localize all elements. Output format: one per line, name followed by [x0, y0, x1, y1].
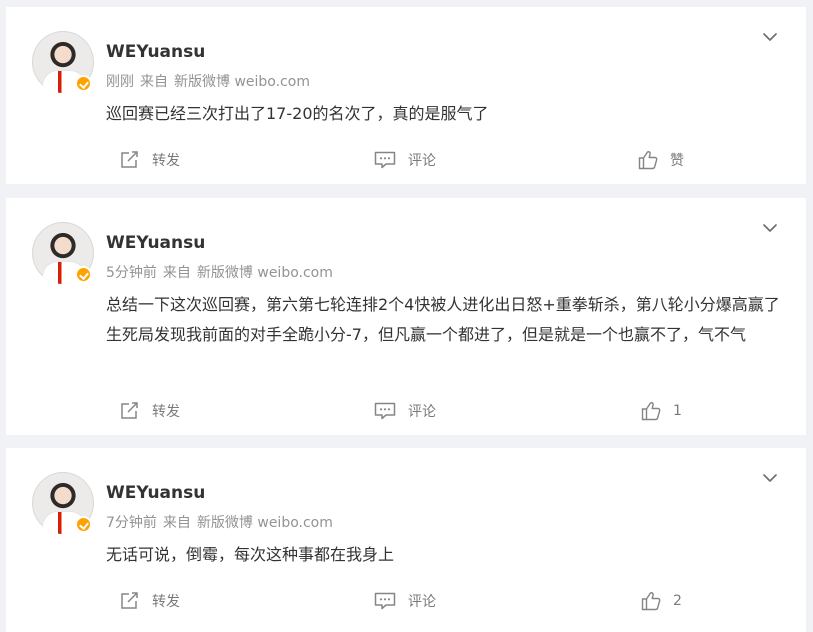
comment-icon: [374, 151, 396, 169]
post-time[interactable]: 5分钟前: [106, 265, 157, 281]
like-button[interactable]: 2: [641, 591, 682, 611]
author-name[interactable]: WEYuansu: [106, 41, 205, 63]
verified-badge-icon: [75, 516, 92, 533]
chevron-down-icon[interactable]: [762, 220, 778, 236]
repost-label: 转发: [152, 153, 180, 169]
verified-badge-icon: [75, 75, 92, 92]
author-name[interactable]: WEYuansu: [106, 232, 205, 254]
like-label: 2: [673, 593, 682, 609]
weibo-post: WEYuansu 5分钟前 来自 新版微博 weibo.com 总结一下这次巡回赛，…: [6, 198, 806, 435]
verified-badge-icon: [75, 266, 92, 283]
repost-icon: [120, 402, 140, 420]
post-source: 新版微博 weibo.com: [196, 515, 333, 531]
thumbs-up-icon: [638, 150, 658, 170]
like-button[interactable]: 1: [641, 401, 682, 421]
post-text: 巡回赛已经三次打出了17-20的名次了，真的是服气了: [106, 104, 489, 123]
thumbs-up-icon: [641, 591, 661, 611]
chevron-down-icon[interactable]: [762, 29, 778, 45]
repost-label: 转发: [152, 594, 180, 610]
repost-button[interactable]: 转发: [120, 401, 180, 421]
post-source: 新版微博 weibo.com: [174, 74, 310, 90]
repost-button[interactable]: 转发: [120, 591, 180, 611]
post-source: 新版微博 weibo.com: [196, 265, 333, 281]
like-button[interactable]: 赞: [638, 150, 684, 170]
repost-icon: [120, 151, 140, 169]
comment-icon: [374, 402, 396, 420]
source-prefix: 来自: [162, 515, 191, 531]
comment-button[interactable]: 评论: [374, 591, 436, 611]
post-meta: 5分钟前 来自 新版微博 weibo.com: [106, 264, 339, 282]
post-time[interactable]: 刚刚: [106, 74, 134, 90]
post-time[interactable]: 7分钟前: [106, 515, 157, 531]
post-text: 无话可说，倒霉，每次这种事都在我身上: [106, 545, 395, 564]
comment-label: 评论: [408, 153, 436, 169]
comment-label: 评论: [408, 594, 436, 610]
repost-label: 转发: [152, 404, 180, 420]
source-prefix: 来自: [140, 74, 168, 90]
like-label: 1: [673, 403, 682, 419]
comment-label: 评论: [408, 404, 436, 420]
repost-icon: [120, 592, 140, 610]
chevron-down-icon[interactable]: [762, 470, 778, 486]
comment-button[interactable]: 评论: [374, 150, 436, 170]
post-meta: 7分钟前 来自 新版微博 weibo.com: [106, 514, 339, 532]
thumbs-up-icon: [641, 401, 661, 421]
like-label: 赞: [670, 153, 684, 169]
weibo-post: WEYuansu 刚刚 来自 新版微博 weibo.com 巡回赛已经三次打出了17…: [6, 7, 806, 184]
repost-button[interactable]: 转发: [120, 150, 180, 170]
post-meta: 刚刚 来自 新版微博 weibo.com: [106, 73, 316, 91]
comment-icon: [374, 592, 396, 610]
author-name[interactable]: WEYuansu: [106, 482, 205, 504]
source-prefix: 来自: [162, 265, 191, 281]
comment-button[interactable]: 评论: [374, 401, 436, 421]
post-text: 总结一下这次巡回赛，第六第七轮连排2个4快被人进化出日怒+重拳斩杀，第八轮小分爆…: [106, 295, 780, 344]
weibo-post: WEYuansu 7分钟前 来自 新版微博 weibo.com 无话可说，倒霉，每次…: [6, 448, 806, 632]
